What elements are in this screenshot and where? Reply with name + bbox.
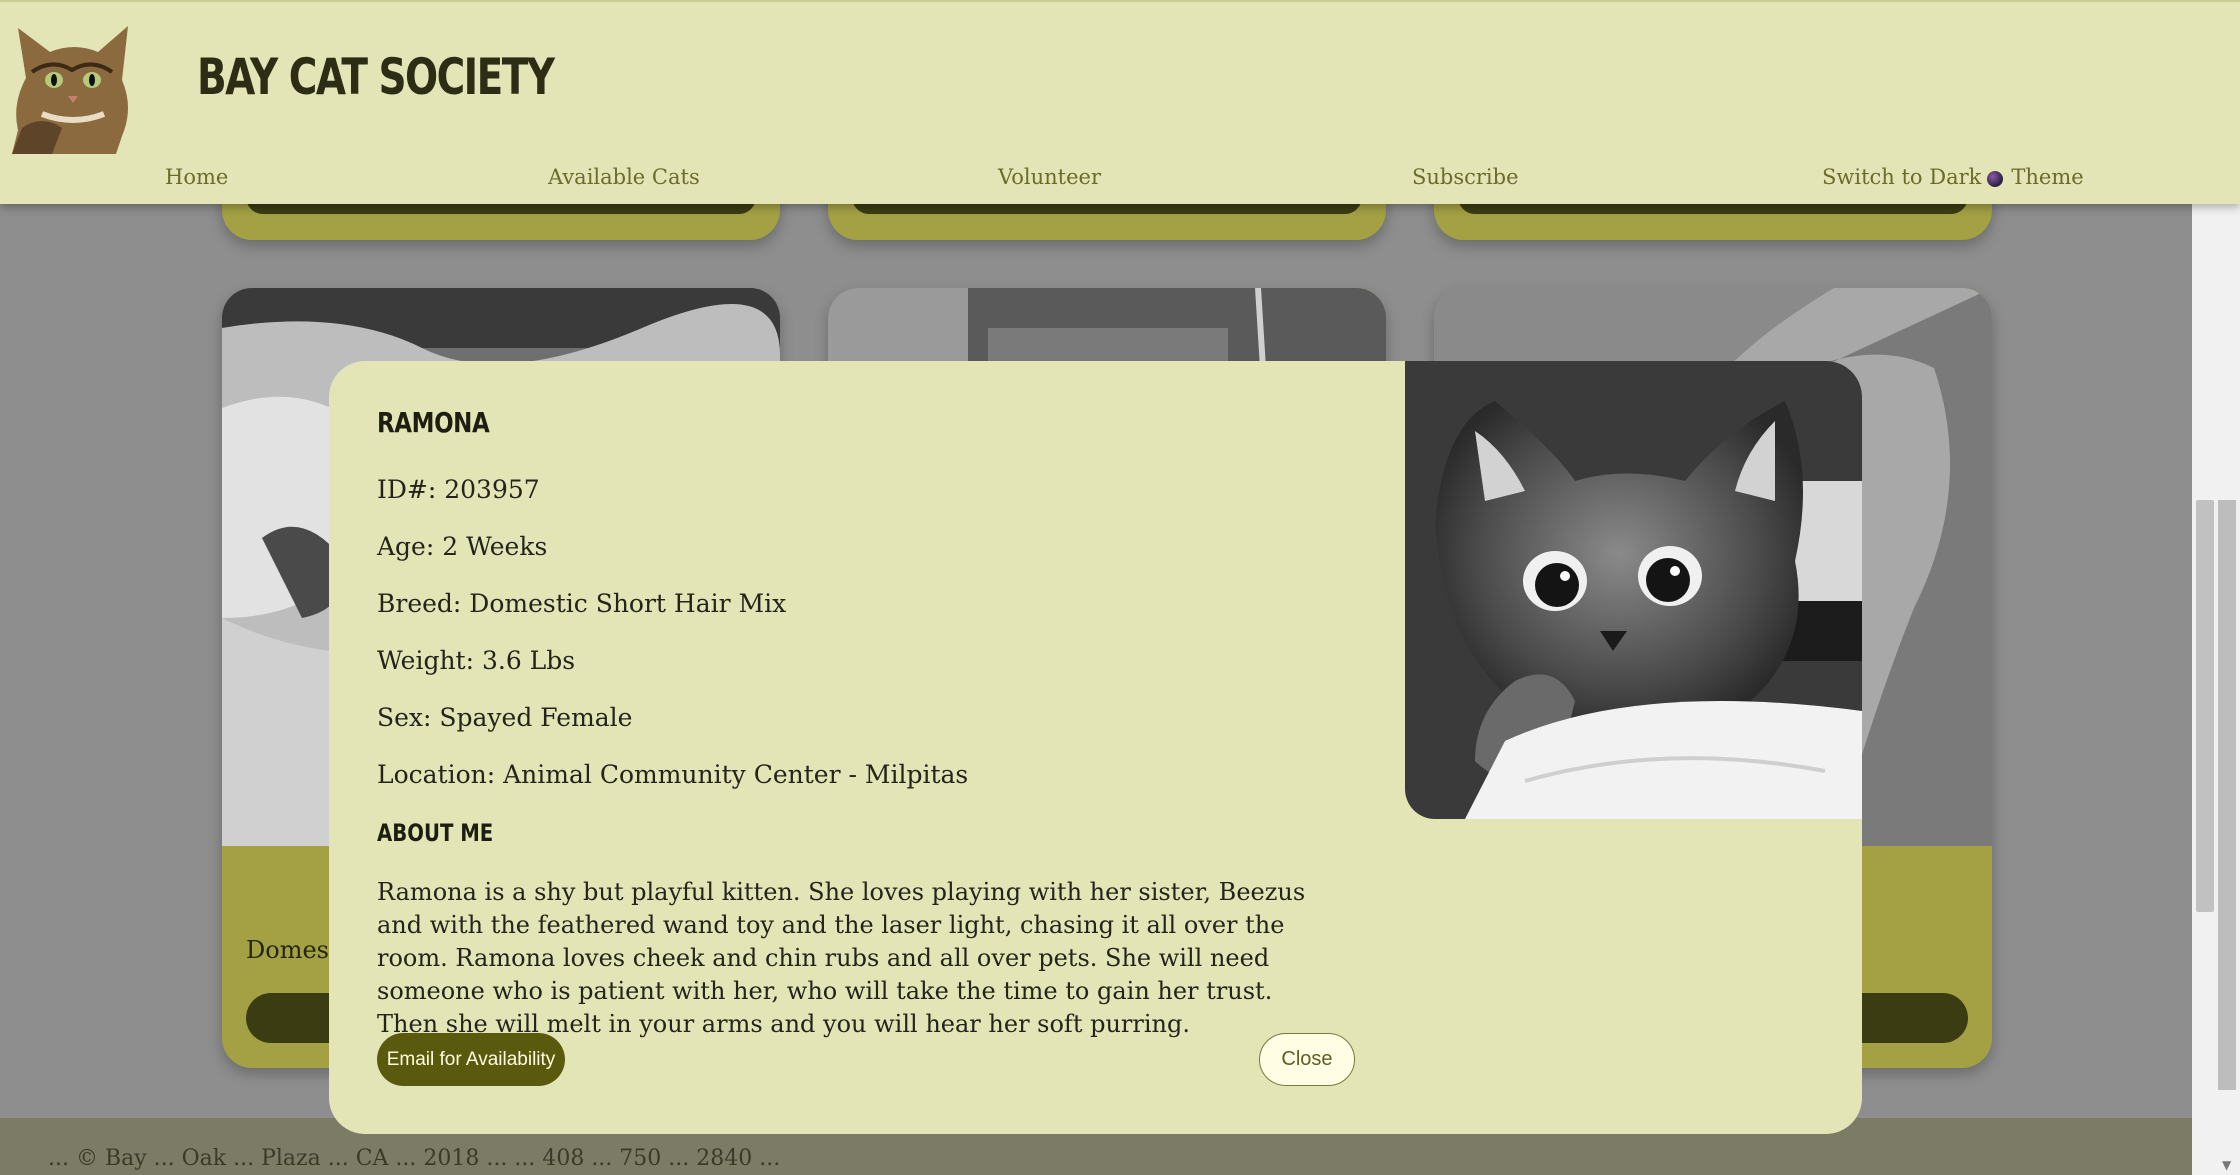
cat-location: Location: Animal Community Center - Milp…	[377, 760, 969, 789]
cat-age: Age: 2 Weeks	[377, 532, 548, 561]
theme-toggle-label: Switch to Dark	[1822, 165, 1982, 189]
kitten-photo	[1405, 361, 1862, 819]
cat-breed: Breed: Domestic Short Hair Mix	[377, 589, 787, 618]
about-text: Ramona is a shy but playful kitten. She …	[377, 878, 1306, 1038]
nav-subscribe[interactable]: Subscribe	[1412, 165, 1519, 189]
cat-logo-icon[interactable]	[12, 18, 136, 154]
nav-volunteer[interactable]: Volunteer	[998, 165, 1101, 189]
scroll-down-arrow-icon[interactable]: ▼	[2222, 1158, 2231, 1172]
cat-name: RAMONA	[377, 406, 490, 439]
cat-detail-modal: RAMONA ID#: 203957 Age: 2 Weeks Breed: D…	[329, 361, 1862, 1134]
nav-available-cats[interactable]: Available Cats	[548, 165, 700, 189]
main-nav: Home Available Cats Volunteer Subscribe …	[0, 165, 2240, 195]
moon-icon	[1987, 170, 2004, 187]
theme-toggle-suffix: Theme	[2011, 165, 2084, 189]
site-title: BAY CAT SOCIETY	[197, 48, 555, 106]
modal-header: RAMONA	[377, 406, 1317, 439]
nav-home[interactable]: Home	[165, 165, 228, 189]
page-scrollbar-thumb[interactable]	[2196, 500, 2214, 912]
theme-toggle[interactable]: Switch to Dark Theme	[1822, 165, 2084, 189]
footer-text: ... © Bay ... Oak ... Plaza ... CA ... 2…	[48, 1146, 781, 1171]
cat-id: ID#: 203957	[377, 475, 540, 504]
close-button[interactable]: Close	[1259, 1033, 1355, 1086]
site-header: BAY CAT SOCIETY Home Available Cats Volu…	[0, 0, 2240, 204]
window-scrollbar-thumb[interactable]	[2218, 500, 2236, 1090]
about-heading: ABOUT ME	[377, 819, 494, 847]
cat-weight: Weight: 3.6 Lbs	[377, 646, 576, 675]
cat-sex: Sex: Spayed Female	[377, 703, 633, 732]
email-availability-button[interactable]: Email for Availability	[377, 1033, 565, 1086]
